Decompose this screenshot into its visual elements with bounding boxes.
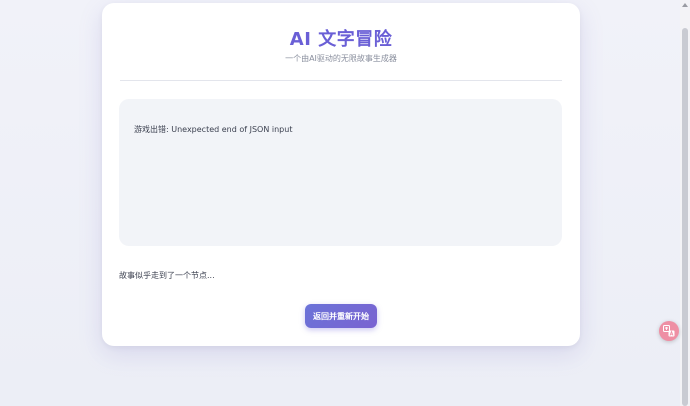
story-panel: 游戏出错: Unexpected end of JSON input xyxy=(119,99,562,246)
page-title: AI 文字冒险 xyxy=(289,29,393,50)
page-subtitle: 一个由AI驱动的无限故事生成器 xyxy=(285,54,397,63)
translate-button[interactable] xyxy=(659,321,679,341)
scroll-up-arrow-icon[interactable] xyxy=(682,3,688,7)
page: AI 文字冒险 一个由AI驱动的无限故事生成器 游戏出错: Unexpected… xyxy=(0,0,690,406)
story-prompt-text: 故事似乎走到了一个节点... xyxy=(119,271,215,280)
divider xyxy=(120,80,562,81)
restart-button[interactable]: 返回并重新开始 xyxy=(305,304,377,328)
translate-icon xyxy=(663,325,675,337)
scroll-thumb[interactable] xyxy=(682,28,688,406)
page-scrollbar[interactable] xyxy=(680,0,690,406)
story-error-text: 游戏出错: Unexpected end of JSON input xyxy=(134,125,293,134)
game-card: AI 文字冒险 一个由AI驱动的无限故事生成器 游戏出错: Unexpected… xyxy=(102,3,580,346)
